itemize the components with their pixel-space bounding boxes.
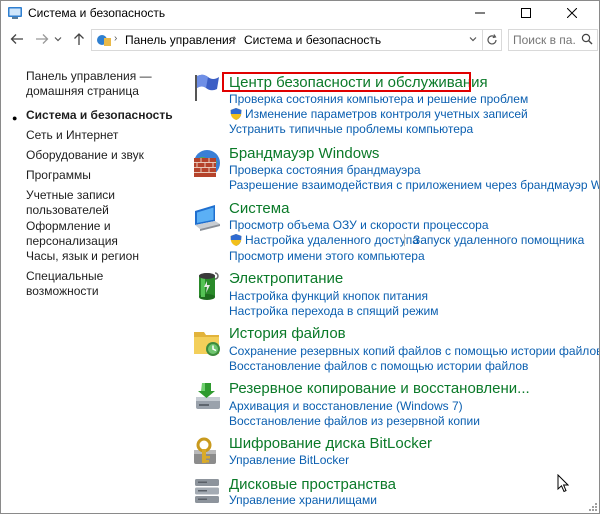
link-troubleshoot[interactable]: Устранить типичные проблемы компьютера (229, 122, 473, 136)
forward-button[interactable] (31, 28, 53, 50)
maximize-button[interactable] (503, 1, 549, 25)
breadcrumb-separator-icon[interactable]: › (370, 33, 373, 44)
search-icon (581, 33, 593, 45)
category-file-history[interactable]: История файлов (229, 325, 346, 342)
category-storage-spaces[interactable]: Дисковые пространства (229, 476, 396, 493)
highlight-box (222, 72, 471, 92)
link-separator (404, 234, 405, 246)
breadcrumb-control-panel[interactable]: Панель управления (125, 33, 235, 47)
link-power-buttons[interactable]: Настройка функций кнопок питания (229, 289, 428, 303)
control-panel-icon (97, 35, 111, 46)
link-view-ram-cpu[interactable]: Просмотр объема ОЗУ и скорости процессор… (229, 218, 489, 232)
sidebar-item-programs[interactable]: Программы (26, 168, 176, 183)
storage-spaces-icon (195, 479, 219, 503)
title-bar: Система и безопасность (1, 1, 599, 25)
breadcrumb-separator-icon[interactable]: › (233, 33, 236, 44)
category-system[interactable]: Система (229, 200, 289, 217)
category-backup-restore[interactable]: Резервное копирование и восстановлени... (229, 380, 530, 397)
breadcrumb-system-security[interactable]: Система и безопасность (244, 33, 381, 47)
link-restore-from-backup[interactable]: Восстановление файлов из резервной копии (229, 414, 480, 428)
arrow-up-icon (74, 33, 84, 45)
back-button[interactable] (6, 28, 28, 50)
link-backup-restore-win7[interactable]: Архивация и восстановление (Windows 7) (229, 399, 463, 413)
control-panel-icon (8, 7, 22, 19)
minimize-icon (475, 12, 485, 14)
sidebar-item-network-internet[interactable]: Сеть и Интернет (26, 128, 176, 143)
sidebar-item-appearance[interactable]: Оформление и персонализация (26, 219, 121, 249)
chevron-down-icon (54, 37, 62, 42)
sidebar-item-system-security[interactable]: Система и безопасность (26, 108, 176, 123)
uac-shield-icon (230, 108, 242, 120)
refresh-icon (487, 34, 497, 45)
file-history-icon (194, 332, 220, 356)
search-box[interactable] (508, 29, 598, 51)
backup-icon (196, 383, 220, 409)
close-icon (567, 8, 577, 18)
window-title: Система и безопасность (28, 6, 166, 20)
link-firewall-status[interactable]: Проверка состояния брандмауэра (229, 163, 421, 177)
link-remote-access-settings[interactable]: Настройка удаленного доступа (245, 233, 419, 247)
mouse-cursor-icon (557, 474, 569, 493)
sidebar-item-control-panel-home[interactable]: Панель управления — домашняя страница (26, 69, 176, 99)
navigation-bar: › Панель управления › Система и безопасн… (1, 25, 599, 55)
link-view-computer-name[interactable]: Просмотр имени этого компьютера (229, 249, 425, 263)
up-button[interactable] (68, 28, 90, 50)
search-input[interactable] (513, 33, 575, 47)
address-bar[interactable]: › Панель управления › Система и безопасн… (91, 29, 483, 51)
arrow-left-icon (10, 34, 23, 44)
breadcrumb-separator-icon[interactable]: › (114, 33, 117, 44)
firewall-icon (194, 150, 220, 177)
sidebar-item-clock-region[interactable]: Часы, язык и регион (26, 249, 176, 264)
category-power-options[interactable]: Электропитание (229, 270, 343, 287)
category-bitlocker[interactable]: Шифрование диска BitLocker (229, 435, 432, 452)
chevron-down-icon (469, 37, 477, 42)
link-check-status[interactable]: Проверка состояния компьютера и решение … (229, 92, 528, 106)
address-history-button[interactable] (465, 29, 481, 49)
link-remote-assistance[interactable]: Запуск удаленного помощника (413, 233, 584, 247)
sidebar-item-hardware-sound[interactable]: Оборудование и звук (26, 148, 176, 163)
battery-icon (199, 272, 219, 300)
link-manage-storage[interactable]: Управление хранилищами (229, 493, 377, 507)
link-manage-bitlocker[interactable]: Управление BitLocker (229, 453, 349, 467)
sidebar-item-user-accounts[interactable]: Учетные записи пользователей (26, 188, 121, 218)
link-change-uac-settings[interactable]: Изменение параметров контроля учетных за… (245, 107, 528, 121)
link-restore-files-history[interactable]: Восстановление файлов с помощью истории … (229, 359, 528, 373)
arrow-right-icon (36, 34, 49, 44)
uac-shield-icon (230, 234, 242, 246)
sidebar-item-accessibility[interactable]: Специальные возможности (26, 269, 176, 299)
current-item-bullet-icon: ● (12, 113, 18, 123)
close-button[interactable] (549, 1, 595, 25)
refresh-button[interactable] (482, 29, 502, 51)
flag-icon (195, 74, 219, 101)
link-sleep-settings[interactable]: Настройка перехода в спящий режим (229, 304, 438, 318)
computer-icon (195, 205, 220, 231)
maximize-icon (521, 8, 531, 18)
category-windows-firewall[interactable]: Брандмауэр Windows (229, 145, 379, 162)
bitlocker-icon (194, 437, 216, 464)
minimize-button[interactable] (457, 1, 503, 25)
link-allow-app-through-firewall[interactable]: Разрешение взаимодействия с приложением … (229, 178, 599, 192)
recent-locations-button[interactable] (51, 28, 65, 50)
link-save-backup-copies[interactable]: Сохранение резервных копий файлов с помо… (229, 344, 599, 358)
resize-grip-icon[interactable] (588, 502, 598, 512)
control-panel-window: Система и безопасность › Панель управлен… (0, 0, 600, 514)
